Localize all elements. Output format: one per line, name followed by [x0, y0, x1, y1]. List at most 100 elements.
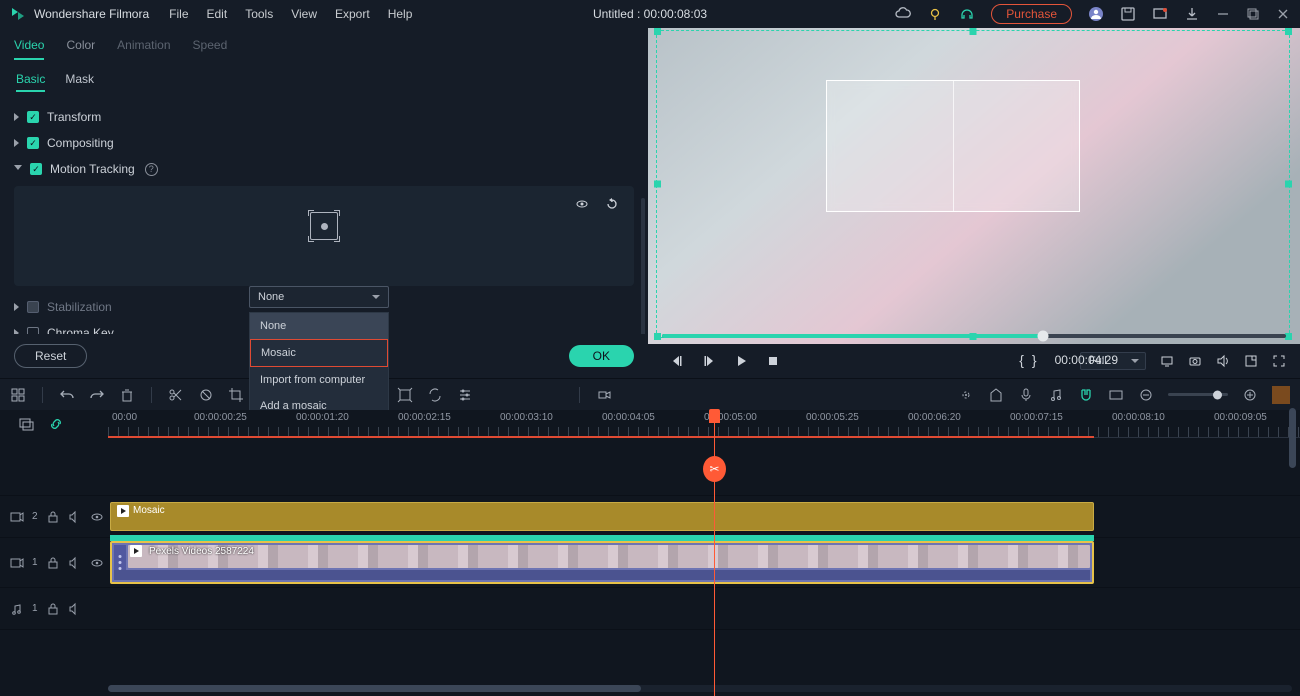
panel-scrollbar[interactable] — [641, 198, 645, 334]
tab-speed[interactable]: Speed — [193, 38, 228, 60]
checkbox-motion-tracking[interactable] — [30, 163, 42, 175]
dropdown-item-mosaic[interactable]: Mosaic — [250, 339, 388, 367]
seek-bar[interactable] — [662, 334, 1286, 338]
message-icon[interactable] — [1152, 6, 1168, 22]
play-button[interactable] — [734, 354, 748, 368]
checkbox-transform[interactable] — [27, 111, 39, 123]
checkbox-stabilization[interactable] — [27, 301, 39, 313]
menu-file[interactable]: File — [169, 7, 188, 21]
playhead[interactable]: ✂ — [714, 410, 715, 696]
title-bar: Wondershare Filmora File Edit Tools View… — [0, 0, 1300, 28]
scissors-icon[interactable]: ✂ — [709, 462, 719, 476]
frame-button[interactable] — [397, 387, 413, 403]
eye-icon[interactable] — [90, 510, 104, 524]
enhance-icon[interactable] — [958, 387, 974, 403]
menu-edit[interactable]: Edit — [207, 7, 228, 21]
zoom-out-button[interactable] — [1138, 387, 1154, 403]
chevron-down-icon — [372, 295, 380, 299]
eye-icon[interactable] — [90, 556, 104, 570]
aspect-icon[interactable] — [1108, 387, 1124, 403]
idea-icon[interactable] — [927, 6, 943, 22]
redo-button[interactable] — [89, 387, 105, 403]
link-icon[interactable] — [48, 416, 64, 432]
cloud-icon[interactable] — [895, 6, 911, 22]
layout-icon[interactable] — [10, 387, 26, 403]
headset-icon[interactable] — [959, 6, 975, 22]
fullscreen-icon[interactable] — [1272, 354, 1286, 368]
purchase-button[interactable]: Purchase — [991, 4, 1072, 24]
download-icon[interactable] — [1184, 6, 1200, 22]
mute-icon[interactable] — [68, 602, 82, 616]
timeline-h-scrollbar[interactable] — [108, 685, 1292, 692]
help-icon[interactable]: ? — [145, 163, 158, 176]
lock-icon[interactable] — [46, 556, 60, 570]
menu-export[interactable]: Export — [335, 7, 370, 21]
ok-button[interactable]: OK — [569, 345, 634, 367]
mark-in-button[interactable]: { — [1019, 352, 1024, 368]
mosaic-region[interactable] — [826, 80, 1080, 212]
section-compositing[interactable]: Compositing — [14, 130, 634, 156]
menu-help[interactable]: Help — [388, 7, 413, 21]
preview-viewport[interactable] — [648, 28, 1300, 344]
render-icon[interactable] — [596, 387, 612, 403]
tool-f — [517, 387, 533, 403]
lock-icon[interactable] — [46, 602, 60, 616]
section-motion-tracking[interactable]: Motion Tracking ? — [14, 156, 634, 182]
clip-main-video[interactable]: Pexels Videos 2587224 — [110, 541, 1094, 584]
preview-controls: Full {} 00:00:04:29 — [648, 344, 1300, 378]
dropdown-item-none[interactable]: None — [250, 313, 388, 339]
main-menu: File Edit Tools View Export Help — [169, 7, 412, 21]
stack-icon[interactable] — [18, 416, 34, 432]
magnet-icon[interactable] — [1078, 387, 1094, 403]
zoom-slider[interactable] — [1168, 393, 1228, 396]
subtab-mask[interactable]: Mask — [65, 72, 94, 92]
tool-g — [547, 387, 563, 403]
maximize-button[interactable] — [1246, 7, 1260, 21]
settings-icon[interactable] — [457, 387, 473, 403]
marker-icon[interactable] — [988, 387, 1004, 403]
color-swatch[interactable] — [1272, 386, 1290, 404]
expand-icon[interactable] — [1244, 354, 1258, 368]
clip-mosaic[interactable]: Mosaic — [110, 502, 1094, 531]
tab-video[interactable]: Video — [14, 38, 44, 60]
checkbox-chroma-key[interactable] — [27, 327, 39, 334]
account-icon[interactable] — [1088, 6, 1104, 22]
reset-icon[interactable] — [604, 196, 620, 212]
undo-button[interactable] — [59, 387, 75, 403]
swap-icon[interactable] — [427, 387, 443, 403]
mic-icon[interactable] — [1018, 387, 1034, 403]
zoom-in-button[interactable] — [1242, 387, 1258, 403]
menu-view[interactable]: View — [291, 7, 317, 21]
subtab-basic[interactable]: Basic — [16, 72, 45, 92]
minimize-button[interactable] — [1216, 7, 1230, 21]
mark-out-button[interactable]: } — [1032, 352, 1037, 368]
tab-animation[interactable]: Animation — [117, 38, 170, 60]
snapshot-icon[interactable] — [1188, 354, 1202, 368]
save-icon[interactable] — [1120, 6, 1136, 22]
crop-button[interactable] — [228, 387, 244, 403]
block-icon[interactable] — [198, 387, 214, 403]
split-button[interactable] — [168, 387, 184, 403]
tracker-target-icon[interactable] — [310, 212, 338, 240]
play-icon — [130, 545, 142, 557]
reset-button[interactable]: Reset — [14, 344, 87, 368]
eye-target-icon[interactable] — [574, 196, 590, 212]
music-icon[interactable] — [1048, 387, 1064, 403]
volume-icon[interactable] — [1216, 354, 1230, 368]
dropdown-selected[interactable]: None — [249, 286, 389, 308]
section-transform[interactable]: Transform — [14, 104, 634, 130]
next-frame-button[interactable] — [702, 354, 716, 368]
lock-icon[interactable] — [46, 510, 60, 524]
mute-icon[interactable] — [68, 556, 82, 570]
close-button[interactable] — [1276, 7, 1290, 21]
menu-tools[interactable]: Tools — [245, 7, 273, 21]
timeline-v-scrollbar[interactable] — [1289, 408, 1296, 468]
mute-icon[interactable] — [68, 510, 82, 524]
stop-button[interactable] — [766, 354, 780, 368]
prev-frame-button[interactable] — [670, 354, 684, 368]
tab-color[interactable]: Color — [66, 38, 95, 60]
checkbox-compositing[interactable] — [27, 137, 39, 149]
ruler[interactable]: 00:00 00:00:00:25 00:00:01:20 00:00:02:1… — [108, 410, 1300, 438]
delete-button[interactable] — [119, 387, 135, 403]
display-icon[interactable] — [1160, 354, 1174, 368]
